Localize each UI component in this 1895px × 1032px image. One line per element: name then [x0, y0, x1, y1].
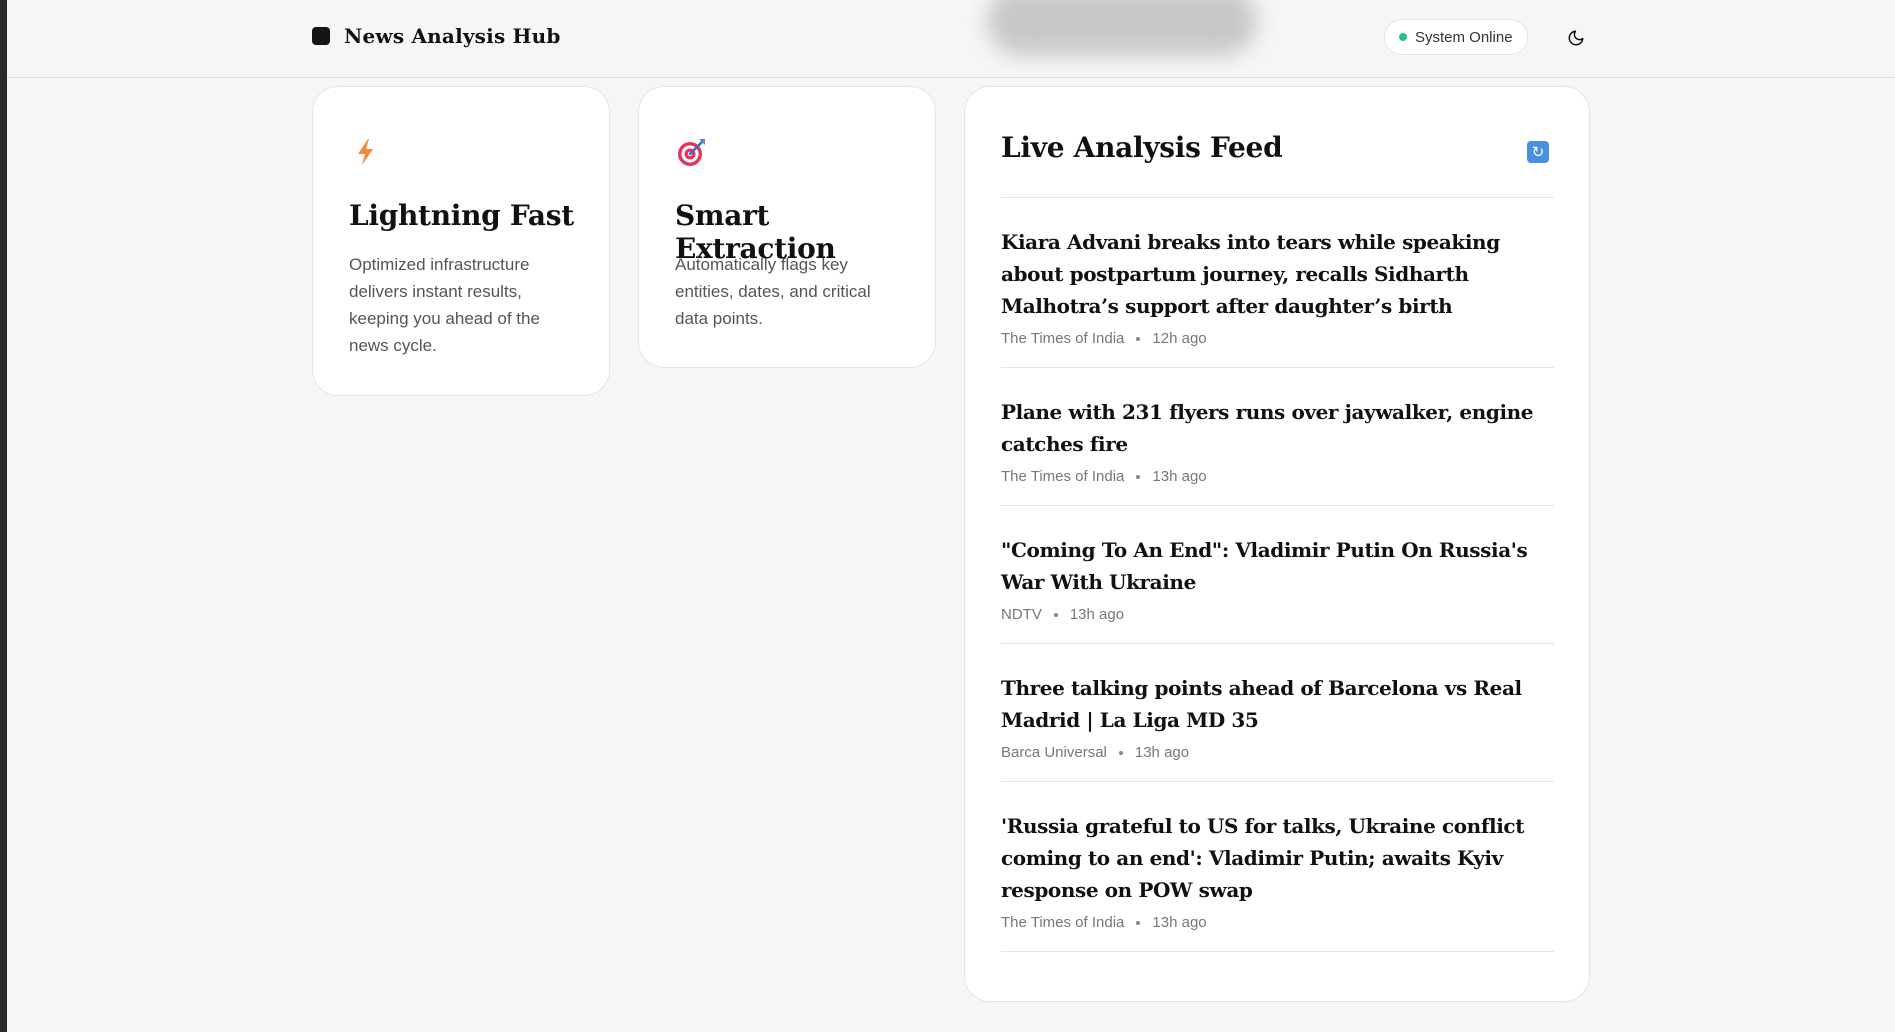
feed-item[interactable]: Three talking points ahead of Barcelona … [1001, 644, 1554, 782]
brand[interactable]: News Analysis Hub [312, 24, 561, 48]
feed-item-meta: The Times of India 12h ago [1001, 330, 1554, 347]
feature-card-lightning-fast: Lightning Fast Optimized infrastructure … [312, 86, 610, 396]
feed-item-meta: The Times of India 13h ago [1001, 914, 1554, 931]
theme-toggle-button[interactable] [1563, 25, 1589, 51]
feed-item[interactable]: 'Russia grateful to US for talks, Ukrain… [1001, 782, 1554, 952]
feed-item-time: 13h ago [1152, 468, 1207, 485]
feed-item-meta: The Times of India 13h ago [1001, 468, 1554, 485]
separator-dot-icon [1118, 750, 1123, 755]
lightning-icon [358, 139, 373, 165]
separator-dot-icon [1136, 920, 1141, 925]
feature-card-smart-extraction: Smart Extraction Automatically flags key… [638, 86, 936, 368]
separator-dot-icon [1053, 612, 1058, 617]
feed-item-meta: Barca Universal 13h ago [1001, 744, 1554, 761]
feed-item[interactable]: Kiara Advani breaks into tears while spe… [1001, 198, 1554, 368]
feed-item-time: 13h ago [1069, 606, 1125, 623]
refresh-button[interactable]: ↻ [1527, 141, 1549, 163]
feature-description: Optimized infrastructure delivers instan… [349, 255, 540, 355]
feed-item-headline[interactable]: "Coming To An End": Vladimir Putin On Ru… [1001, 534, 1554, 598]
refresh-icon: ↻ [1531, 143, 1545, 161]
separator-dot-icon [1136, 474, 1141, 479]
feed-item-source: NDTV [1001, 606, 1042, 623]
feed-title: Live Analysis Feed [1001, 131, 1283, 164]
target-icon [678, 139, 705, 166]
brand-name: News Analysis Hub [344, 24, 561, 48]
system-status-badge: System Online [1384, 19, 1528, 55]
feature-description: Automatically flags key entities, dates,… [675, 255, 871, 328]
feed-item-source: The Times of India [1001, 468, 1125, 485]
top-navigation-bar: News Analysis Hub System Online [7, 0, 1895, 78]
feed-item[interactable]: "Coming To An End": Vladimir Putin On Ru… [1001, 506, 1554, 644]
feed-list: Kiara Advani breaks into tears while spe… [1001, 197, 1554, 952]
feed-item-meta: NDTV 13h ago [1001, 606, 1554, 623]
moon-icon [1568, 30, 1584, 46]
feature-title: Lightning Fast [349, 199, 574, 232]
feed-item-source: Barca Universal [1001, 744, 1107, 761]
brand-logo-icon [312, 27, 330, 45]
blurred-overlay [987, 0, 1257, 56]
system-status-label: System Online [1415, 28, 1513, 46]
feed-item-time: 13h ago [1134, 744, 1190, 761]
separator-dot-icon [1136, 336, 1141, 341]
feed-item-headline[interactable]: Plane with 231 flyers runs over jaywalke… [1001, 396, 1554, 460]
feed-item-time: 12h ago [1152, 330, 1207, 347]
feed-item-time: 13h ago [1152, 914, 1207, 931]
live-analysis-feed: Live Analysis Feed ↻ Kiara Advani breaks… [964, 86, 1590, 1002]
feed-item-source: The Times of India [1001, 914, 1125, 931]
feed-item-headline[interactable]: Kiara Advani breaks into tears while spe… [1001, 226, 1554, 322]
status-dot-icon [1399, 33, 1407, 41]
feed-item-headline[interactable]: Three talking points ahead of Barcelona … [1001, 672, 1554, 736]
feed-item-source: The Times of India [1001, 330, 1125, 347]
window-edge [0, 0, 7, 1032]
feed-item[interactable]: Plane with 231 flyers runs over jaywalke… [1001, 368, 1554, 506]
feed-item-headline[interactable]: 'Russia grateful to US for talks, Ukrain… [1001, 810, 1554, 906]
